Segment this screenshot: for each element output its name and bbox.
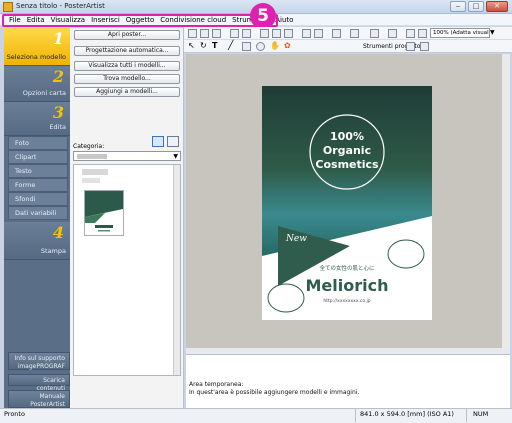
canvas-scrollbar[interactable] [502, 54, 510, 348]
button-line: imagePROGRAF [17, 363, 65, 370]
button-line: Manuale [39, 393, 66, 400]
manual-button[interactable]: Manuale PosterArtist [8, 390, 70, 408]
rectangle-tool-icon[interactable] [242, 42, 251, 51]
find-template-button[interactable]: Trova modello... [74, 74, 180, 84]
category-value [77, 154, 107, 159]
chevron-down-icon: ▼ [173, 153, 178, 160]
category-select[interactable]: ▼ [73, 151, 181, 161]
add-to-templates-button[interactable]: Aggiungi a modelli... [74, 87, 180, 97]
zoom-in-icon[interactable] [406, 29, 415, 38]
download-content-button[interactable]: Scarica contenuti [8, 374, 70, 392]
template-list[interactable] [73, 164, 181, 376]
poster-new-tag: New [286, 234, 307, 244]
step-number: 2 [52, 67, 64, 86]
poster-preview[interactable]: 100% Organic Cosmetics New 全ての女性の肌と心に Me… [262, 86, 432, 320]
template-group-sublabel [82, 178, 100, 183]
step-label: Edita [49, 123, 66, 131]
rotate-icon[interactable]: ↻ [200, 42, 209, 51]
status-divider [466, 409, 467, 422]
edit-item-foto[interactable]: Foto [8, 136, 68, 150]
step-number: 1 [52, 29, 64, 48]
color-picker-icon[interactable]: ✿ [284, 42, 293, 51]
zoom-out-icon[interactable] [418, 29, 427, 38]
status-text: Pronto [4, 410, 25, 418]
poster-url: http://xxxxxxxx.co.jp [323, 299, 371, 304]
temporary-area-hint: In quest'area è possibile aggiungere mod… [189, 389, 360, 396]
button-line: Info sul supporto [14, 355, 65, 362]
poster-japanese-text: 全ての女性の肌と心に [319, 266, 375, 272]
redo-icon[interactable] [242, 29, 251, 38]
temporary-area[interactable] [186, 348, 510, 408]
new-icon[interactable] [188, 29, 197, 38]
template-panel: Apri poster... Progettazione automatica.… [70, 28, 184, 408]
open-poster-button[interactable]: Apri poster... [74, 30, 180, 40]
pane-splitter[interactable] [186, 348, 510, 355]
display-icon[interactable] [388, 29, 397, 38]
edit-item-testo[interactable]: Testo [8, 164, 68, 178]
step-badge: 5 [250, 3, 276, 29]
toolbar-main: 100% (Adatta visualiz.) ▼ [184, 27, 512, 40]
grid-view-icon[interactable] [167, 136, 179, 147]
template-thumbnail[interactable] [84, 190, 124, 236]
align-icon[interactable] [314, 29, 323, 38]
open-icon[interactable] [200, 29, 209, 38]
poster-headline-2: Organic [322, 144, 372, 157]
cut-icon[interactable] [260, 29, 269, 38]
auto-design-button[interactable]: Progettazione automatica... [74, 46, 180, 56]
status-paper-size: 841.0 x 594.0 [mm] (ISO A1) [360, 410, 454, 418]
chevron-down-icon[interactable]: ▼ [490, 29, 495, 36]
select-arrow-icon[interactable]: ↖ [188, 42, 197, 51]
temporary-area-title: Area temporanea: [189, 381, 244, 388]
step-label: Stampa [40, 247, 66, 255]
paste-icon[interactable] [284, 29, 293, 38]
save-icon[interactable] [212, 29, 221, 38]
large-thumbnail-view-icon[interactable] [152, 136, 164, 147]
poster-brand: Meliorich [305, 276, 389, 295]
template-group-label [82, 169, 108, 175]
project-tool-2-icon[interactable] [420, 42, 429, 51]
step-number: 3 [52, 103, 64, 122]
arrange-icon[interactable] [370, 29, 379, 38]
edit-item-forme[interactable]: Forme [8, 178, 68, 192]
step-paper-options[interactable]: 2 Opzioni carta [4, 66, 70, 102]
temporary-area-info: Area temporanea: In quest'area è possibi… [189, 381, 359, 397]
status-numlock: NUM [473, 410, 489, 418]
toolbar-tools: ↖ ↻ T ╱ ✋ ✿ Strumenti progetto [184, 40, 512, 53]
support-info-button[interactable]: Info sul supporto imagePROGRAF [8, 352, 70, 370]
view-all-templates-button[interactable]: Visualizza tutti i modelli... [74, 61, 180, 71]
project-tool-1-icon[interactable] [406, 42, 415, 51]
window-title: Senza titolo - PosterArtist [16, 2, 105, 10]
layer-icon[interactable] [350, 29, 359, 38]
edit-item-dati-variabili[interactable]: Dati variabili [8, 206, 68, 220]
step-print[interactable]: 4 Stampa [4, 222, 70, 260]
maximize-button[interactable]: □ [468, 1, 484, 12]
zoom-select[interactable]: 100% (Adatta visualiz.) [430, 28, 490, 38]
minimize-button[interactable]: ‒ [450, 1, 466, 12]
step-label: Seleziona modello [6, 53, 66, 61]
line-tool-icon[interactable]: ╱ [228, 42, 237, 51]
close-button[interactable]: ✕ [486, 1, 508, 12]
undo-icon[interactable] [230, 29, 239, 38]
text-tool-icon[interactable]: T [212, 42, 221, 51]
category-label: Categoria: [73, 143, 105, 150]
menu-highlight-frame [2, 14, 278, 27]
template-thumbnail-image [85, 191, 123, 235]
edit-item-sfondi[interactable]: Sfondi [8, 192, 68, 206]
lock-icon[interactable] [332, 29, 341, 38]
step-edit[interactable]: 3 Edita [4, 102, 70, 136]
step-select-template[interactable]: 1 Seleziona modello [4, 28, 70, 66]
list-scrollbar[interactable] [173, 165, 180, 375]
status-divider [355, 409, 356, 422]
step-label: Opzioni carta [22, 89, 66, 97]
edit-item-clipart[interactable]: Clipart [8, 150, 68, 164]
hand-tool-icon[interactable]: ✋ [270, 42, 280, 51]
app-icon [3, 2, 13, 12]
group-icon[interactable] [302, 29, 311, 38]
ellipse-tool-icon[interactable] [256, 42, 265, 51]
copy-icon[interactable] [272, 29, 281, 38]
poster-headline-3: Cosmetics [315, 158, 379, 171]
poster-headline-1: 100% [330, 130, 364, 143]
step-number: 4 [52, 223, 64, 242]
